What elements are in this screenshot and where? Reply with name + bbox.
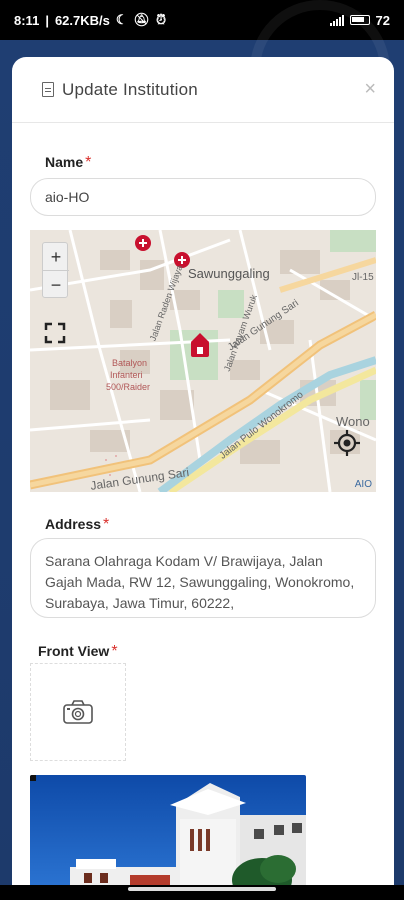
front-view-label-row: Front View *: [38, 643, 118, 661]
camera-icon: [63, 700, 93, 724]
name-label: Name: [45, 154, 84, 170]
home-gesture-bar[interactable]: [128, 887, 276, 891]
map-attribution: AIO: [354, 479, 372, 490]
address-textarea[interactable]: Sarana Olahraga Kodam V/ Brawijaya, Jala…: [30, 538, 376, 618]
modal-header: Update Institution ×: [12, 57, 394, 123]
building-photo: [30, 775, 306, 900]
location-map[interactable]: Sawunggaling Jalan Gunung Sari Jalan Gun…: [30, 230, 376, 492]
required-marker: *: [103, 516, 110, 533]
modal-title: Update Institution: [62, 79, 198, 99]
bell-off-icon: 🔕︎: [133, 12, 151, 27]
zoom-out-button[interactable]: −: [43, 271, 69, 299]
document-icon: [42, 82, 54, 97]
map-label-street-6: Jl-15: [352, 272, 374, 283]
map-label-poi-3: 500/Raider: [106, 382, 151, 392]
front-view-photo[interactable]: [30, 775, 306, 900]
clock: 8:11: [14, 12, 40, 28]
name-input[interactable]: aio-HO: [30, 178, 376, 216]
front-view-upload[interactable]: [30, 663, 126, 761]
map-label-district: Sawunggaling: [188, 266, 270, 281]
map-label-poi-2: Infanteri: [110, 370, 143, 380]
address-label: Address: [45, 516, 102, 532]
map-label-poi-1: Batalyon: [112, 358, 148, 368]
crosshair-icon[interactable]: [334, 430, 360, 456]
update-institution-modal: Update Institution × Name * aio-HO Sawun…: [12, 57, 394, 900]
moon-icon: ☾: [115, 12, 128, 27]
required-marker: *: [111, 643, 118, 660]
separator: |: [45, 12, 49, 28]
address-label-row: Address *: [45, 516, 109, 534]
zoom-control: + −: [42, 242, 69, 299]
network-speed: 62.7KB/s: [54, 12, 110, 28]
name-label-row: Name *: [45, 154, 91, 172]
required-marker: *: [85, 154, 92, 171]
navigation-bar: [0, 885, 404, 900]
map-label-district-2: Wono: [336, 414, 370, 429]
battery-percent: 72: [375, 12, 390, 28]
front-view-label: Front View: [38, 643, 110, 659]
fullscreen-icon[interactable]: [44, 322, 66, 344]
alarm-icon: ⏰︎: [156, 12, 167, 27]
close-button[interactable]: ×: [364, 78, 376, 101]
zoom-in-button[interactable]: +: [43, 243, 69, 271]
